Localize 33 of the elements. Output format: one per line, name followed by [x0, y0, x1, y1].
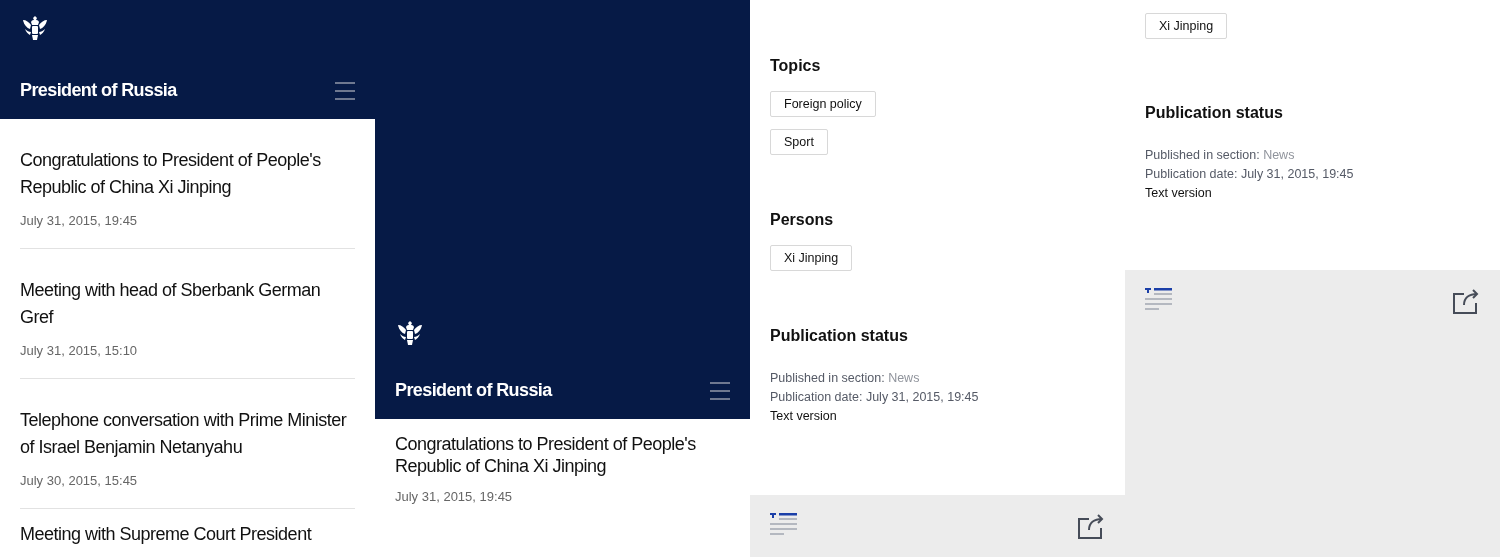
- text-version-link[interactable]: Text version: [770, 409, 837, 423]
- share-icon[interactable]: [1452, 287, 1480, 314]
- site-title[interactable]: President of Russia: [20, 80, 177, 101]
- tag-chip[interactable]: Sport: [770, 129, 828, 155]
- text-list-icon[interactable]: [770, 513, 797, 535]
- text-version-link[interactable]: Text version: [1145, 186, 1212, 200]
- section-heading: Publication status: [1145, 104, 1284, 122]
- news-title[interactable]: Congratulations to President of People's Republic of China Xi Jinping: [395, 433, 730, 477]
- news-title[interactable]: Congratulations to President of People's Republic of China Xi Jinping: [20, 147, 355, 201]
- news-title[interactable]: Meeting with Supreme Court President: [20, 523, 355, 545]
- section-heading: Publication status: [770, 327, 909, 345]
- news-date: July 31, 2015, 19:45: [20, 213, 139, 228]
- tag-chip[interactable]: Xi Jinping: [770, 245, 853, 271]
- publication-date: Publication date: July 31, 2015, 19:45: [770, 390, 980, 404]
- share-icon[interactable]: [1077, 513, 1105, 539]
- publication-date: Publication date: July 31, 2015, 19:45: [1145, 167, 1355, 181]
- section-heading: Persons: [770, 211, 835, 229]
- eagle-emblem-icon: [20, 13, 50, 43]
- news-date: July 31, 2015, 19:45: [395, 489, 514, 504]
- menu-icon[interactable]: [335, 81, 355, 100]
- published-section-text: Published in section: News: [1145, 148, 1296, 162]
- news-title[interactable]: Meeting with head of Sberbank German Gref: [20, 277, 355, 331]
- site-title[interactable]: President of Russia: [395, 380, 552, 401]
- published-section-text: Published in section: News: [770, 371, 921, 385]
- news-date: July 31, 2015, 15:10: [20, 343, 139, 358]
- menu-icon[interactable]: [710, 381, 730, 400]
- news-title[interactable]: Telephone conversation with Prime Minister of Israel Benjamin Netanyahu: [20, 407, 355, 461]
- tag-chip[interactable]: Xi Jinping: [1145, 13, 1228, 39]
- tag-chip[interactable]: Foreign policy: [770, 91, 876, 117]
- text-list-icon[interactable]: [1145, 287, 1172, 310]
- eagle-emblem-icon: [395, 318, 425, 348]
- section-heading: Topics: [770, 57, 822, 75]
- news-date: July 30, 2015, 15:45: [20, 473, 139, 488]
